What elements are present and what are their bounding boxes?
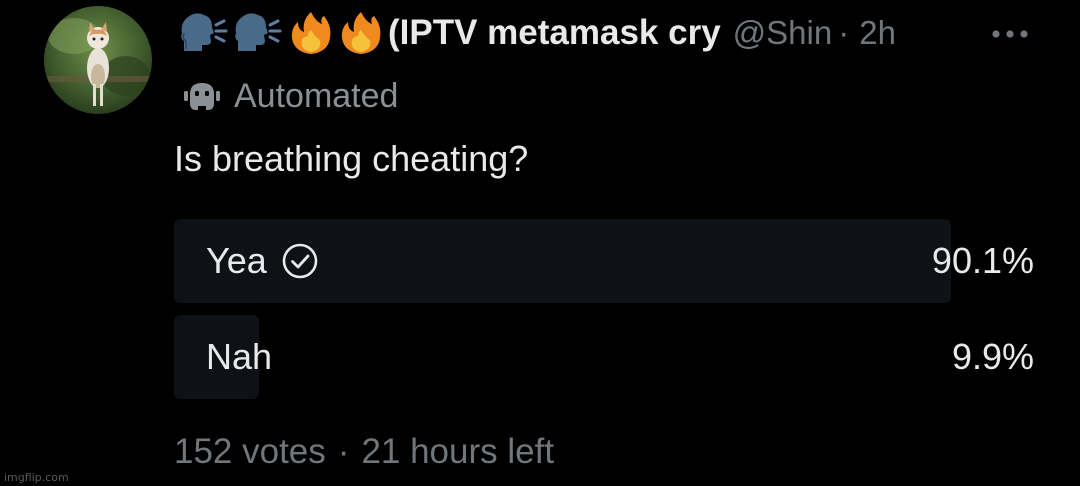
tweet-header: (IPTV metamask cry @Shin · 2h [178, 8, 896, 58]
tweet-timestamp[interactable]: 2h [859, 14, 896, 52]
poll-footer: 152 votes · 21 hours left [174, 432, 554, 472]
poll-time-left: 21 hours left [361, 432, 555, 471]
tweet-text: Is breathing cheating? [174, 138, 529, 179]
poll-option-label: Yea [206, 240, 267, 281]
avatar[interactable] [44, 6, 152, 114]
poll-footer-separator: · [337, 432, 350, 471]
automated-label: Automated [234, 76, 399, 115]
display-name[interactable]: (IPTV metamask cry [388, 13, 721, 53]
poll-option-percent: 9.9% [951, 336, 1034, 377]
more-horizontal-icon [992, 30, 1028, 38]
fire-icon [341, 12, 381, 54]
automated-badge[interactable]: Automated [184, 74, 398, 118]
check-circle-icon [281, 242, 319, 280]
watermark: imgflip.com [4, 471, 69, 484]
speaking-head-icon [181, 13, 228, 51]
poll-option[interactable]: Yea 90.1% [174, 219, 1036, 303]
poll-option-percent: 90.1% [931, 240, 1034, 281]
poll-option[interactable]: Nah 9.9% [174, 315, 1036, 399]
speaking-head-icon [235, 13, 282, 51]
bot-icon [184, 83, 220, 110]
avatar-image [44, 6, 152, 114]
fire-icon [291, 12, 331, 54]
poll-vote-count[interactable]: 152 votes [174, 432, 326, 472]
more-options-button[interactable] [986, 20, 1034, 48]
poll-option-label: Nah [206, 336, 273, 377]
header-separator: · [838, 14, 850, 51]
user-handle[interactable]: @Shin [733, 14, 833, 52]
display-name-emojis [178, 10, 386, 56]
